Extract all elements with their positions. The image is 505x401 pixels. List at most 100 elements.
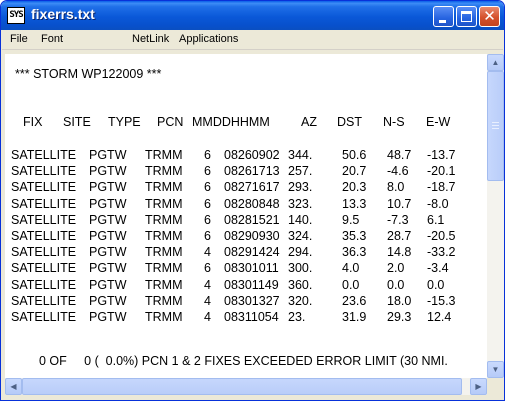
cell-site: PGTW (89, 293, 127, 308)
size-grip[interactable] (487, 378, 504, 395)
cell-ns: 2.0 (387, 261, 405, 276)
cell-datetime: 08271617 (224, 180, 280, 195)
cell-fix: SATELLITE (11, 148, 77, 162)
minimize-icon (439, 20, 446, 23)
close-icon: ✕ (483, 7, 496, 25)
cell-az: 320. (288, 293, 313, 308)
column-header-dst: DST (337, 115, 362, 129)
cell-ns: 18.0 (387, 293, 412, 308)
cell-ew: -33.2 (427, 245, 456, 260)
menu-applications[interactable]: Applications (179, 33, 238, 45)
cell-pcn: 4 (204, 277, 211, 292)
menu-file[interactable]: File (10, 33, 28, 45)
cell-datetime: 08301011 (224, 261, 279, 276)
cell-site: PGTW (89, 164, 127, 179)
cell-type: TRMM (145, 310, 183, 324)
cell-fix: SATELLITE (11, 261, 77, 276)
cell-pcn: 6 (204, 196, 211, 211)
cell-az: 300. (288, 261, 313, 276)
text-content-area[interactable]: *** STORM WP122009 *** FIX SITE TYPE PCN MMD… (5, 54, 487, 378)
cell-datetime: 08280848 (224, 196, 280, 211)
cell-dst: 13.3 (342, 196, 367, 211)
cell-ew: -20.1 (427, 164, 456, 179)
footer-summary: 0 OF 0 ( 0.0%) PCN 1 & 2 FIXES EXCEEDED … (39, 354, 448, 368)
cell-dst: 20.3 (342, 180, 367, 195)
scroll-up-button[interactable]: ▲ (487, 54, 504, 71)
column-header-type: TYPE (108, 115, 141, 129)
window-title: fixerrs.txt (31, 6, 95, 22)
cell-type: TRMM (145, 196, 183, 211)
menu-font[interactable]: Font (41, 33, 63, 45)
cell-ns: 0.0 (387, 277, 405, 292)
cell-az: 257. (288, 164, 313, 179)
vertical-scroll-thumb[interactable] (487, 71, 504, 181)
cell-type: TRMM (145, 245, 183, 260)
cell-type: TRMM (145, 261, 183, 276)
cell-fix: SATELLITE (11, 196, 77, 211)
cell-az: 360. (288, 277, 313, 292)
cell-pcn: 6 (204, 261, 211, 276)
cell-ew: -20.5 (427, 229, 456, 243)
cell-fix: SATELLITE (11, 293, 77, 308)
cell-ew: -18.7 (427, 180, 456, 195)
menu-bar: File Font NetLink Applications (2, 30, 503, 50)
cell-az: 324. (288, 229, 313, 243)
cell-dst: 50.6 (342, 148, 367, 162)
cell-az: 23. (288, 310, 306, 324)
cell-dst: 20.7 (342, 164, 367, 179)
cell-site: PGTW (89, 180, 127, 195)
cell-dst: 9.5 (342, 212, 360, 227)
cell-datetime: 08311054 (224, 310, 279, 324)
column-header-datetime: MMDDHHMM (192, 115, 270, 129)
cell-ew: -15.3 (427, 293, 456, 308)
column-header-ew: E-W (426, 115, 451, 129)
cell-ew: 0.0 (427, 277, 445, 292)
maximize-button[interactable] (456, 6, 477, 27)
cell-type: TRMM (145, 180, 183, 195)
scroll-right-button[interactable]: ▶ (470, 378, 487, 395)
cell-pcn: 4 (204, 245, 211, 260)
title-bar[interactable]: SYS fixerrs.txt ✕ (1, 1, 504, 30)
cell-datetime: 08290930 (224, 229, 280, 243)
menu-netlink[interactable]: NetLink (132, 33, 169, 45)
cell-datetime: 08301327 (224, 293, 280, 308)
cell-pcn: 6 (204, 148, 211, 162)
cell-pcn: 4 (204, 293, 211, 308)
cell-type: TRMM (145, 212, 183, 227)
app-window: SYS fixerrs.txt ✕ File Font NetLink Appl… (0, 0, 505, 401)
cell-pcn: 6 (204, 180, 211, 195)
cell-ns: 29.3 (387, 310, 412, 324)
cell-pcn: 6 (204, 212, 211, 227)
cell-datetime: 08301149 (224, 277, 279, 292)
cell-fix: SATELLITE (11, 245, 77, 260)
cell-fix: SATELLITE (11, 212, 77, 227)
cell-ns: 28.7 (387, 229, 412, 243)
column-header-pcn: PCN (157, 115, 184, 129)
cell-site: PGTW (89, 196, 127, 211)
horizontal-scroll-thumb[interactable] (22, 378, 462, 395)
cell-datetime: 08260902 (224, 148, 280, 162)
column-header-site: SITE (63, 115, 91, 129)
cell-az: 140. (288, 212, 313, 227)
cell-datetime: 08261713 (224, 164, 280, 179)
cell-fix: SATELLITE (11, 164, 77, 179)
minimize-button[interactable] (433, 6, 454, 27)
cell-pcn: 6 (204, 164, 211, 179)
close-button[interactable]: ✕ (479, 6, 500, 27)
cell-site: PGTW (89, 148, 127, 162)
cell-fix: SATELLITE (11, 277, 77, 292)
vertical-scrollbar[interactable]: ▲ ▼ (487, 54, 504, 378)
cell-type: TRMM (145, 148, 183, 162)
cell-ew: -8.0 (427, 196, 449, 211)
cell-fix: SATELLITE (11, 310, 77, 324)
column-header-ns: N-S (383, 115, 405, 129)
cell-site: PGTW (89, 277, 127, 292)
scroll-left-button[interactable]: ◀ (5, 378, 22, 395)
cell-ew: -3.4 (427, 261, 449, 276)
app-icon[interactable]: SYS (7, 7, 25, 24)
scroll-down-button[interactable]: ▼ (487, 361, 504, 378)
cell-fix: SATELLITE (11, 180, 77, 195)
horizontal-scrollbar[interactable]: ◀ ▶ (5, 378, 487, 395)
cell-ns: -7.3 (387, 212, 409, 227)
cell-dst: 4.0 (342, 261, 360, 276)
